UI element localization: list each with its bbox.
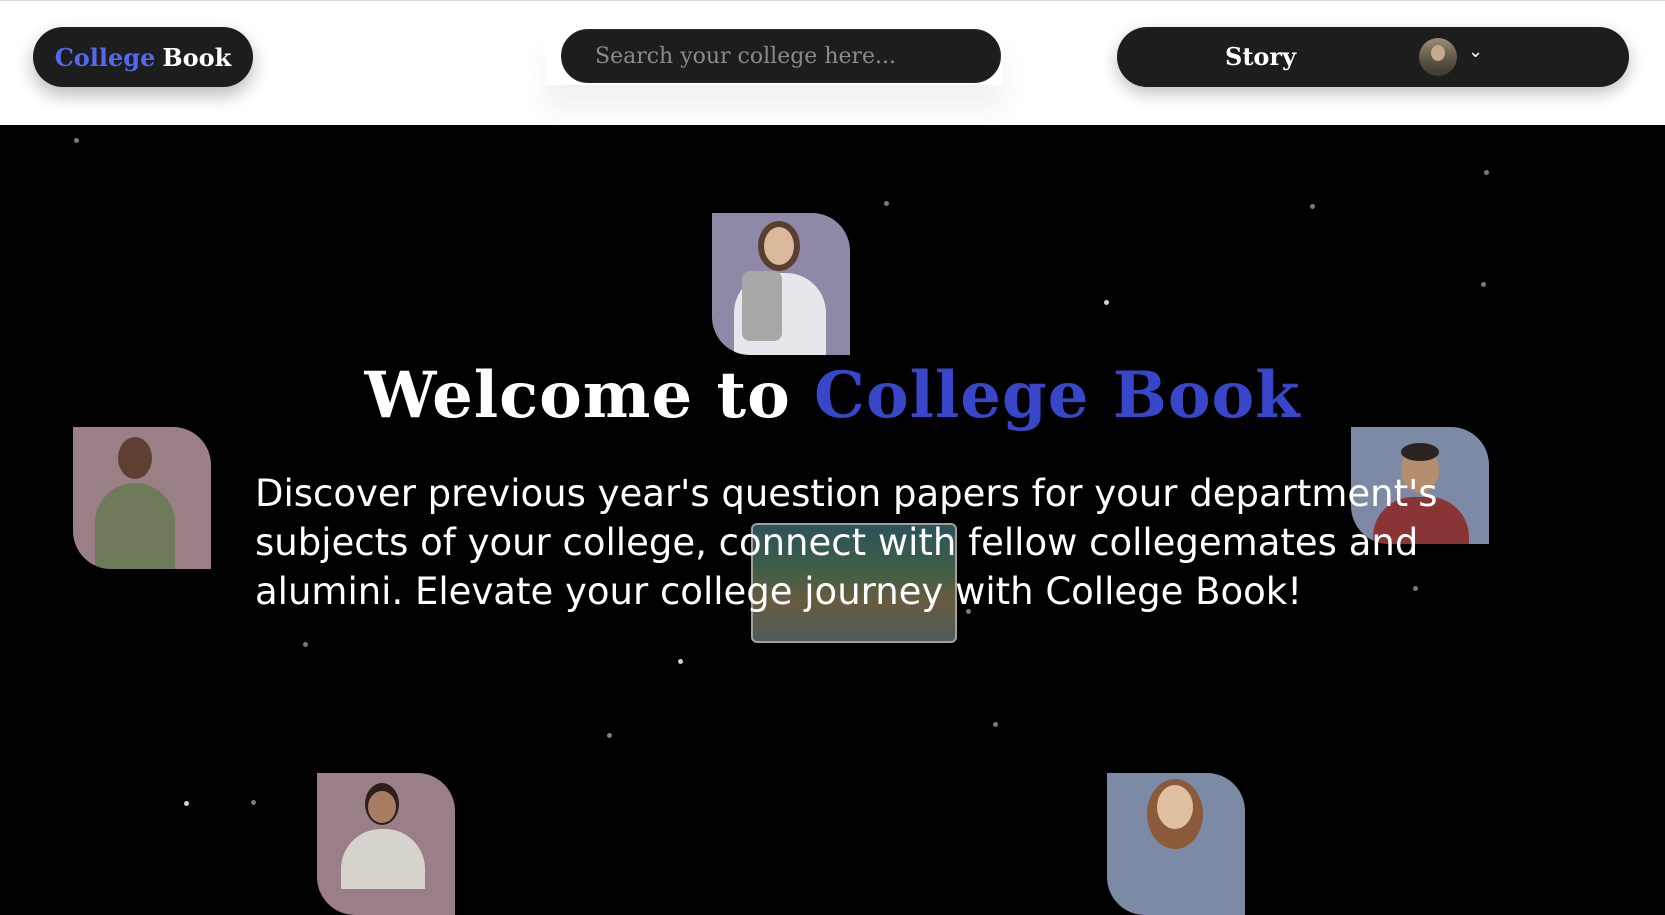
hero-title-prefix: Welcome to bbox=[364, 358, 791, 433]
student-photo-left bbox=[73, 427, 211, 569]
star-dot bbox=[1481, 282, 1486, 287]
chevron-down-icon[interactable]: ⌄ bbox=[1468, 41, 1483, 62]
brand-logo-button[interactable]: College Book bbox=[33, 27, 253, 87]
user-avatar-icon[interactable] bbox=[1419, 38, 1457, 76]
star-dot bbox=[607, 733, 612, 738]
top-navbar: College Book Story ⌄ bbox=[0, 0, 1665, 125]
star-dot bbox=[184, 801, 189, 806]
hero-title: Welcome to College Book bbox=[0, 356, 1665, 436]
brand-text-college: College bbox=[54, 42, 156, 72]
brand-text-book: Book bbox=[162, 42, 232, 72]
story-button[interactable]: Story bbox=[1225, 39, 1296, 75]
star-dot bbox=[1484, 170, 1489, 175]
search-container bbox=[545, 25, 1003, 85]
star-dot bbox=[74, 138, 79, 143]
student-photo-top bbox=[712, 213, 850, 355]
student-photo-bottom-right bbox=[1107, 773, 1245, 915]
star-dot bbox=[884, 201, 889, 206]
star-dot bbox=[993, 722, 998, 727]
student-photo-bottom-left bbox=[317, 773, 455, 915]
star-dot bbox=[303, 642, 308, 647]
hero-description: Discover previous year's question papers… bbox=[255, 472, 1438, 613]
hero-title-accent: College Book bbox=[814, 358, 1301, 433]
star-dot bbox=[1310, 204, 1315, 209]
star-dot bbox=[1104, 300, 1109, 305]
star-dot bbox=[678, 659, 683, 664]
star-dot bbox=[251, 800, 256, 805]
college-search-input[interactable] bbox=[561, 29, 1001, 83]
user-menu-bar: Story ⌄ bbox=[1117, 27, 1629, 87]
